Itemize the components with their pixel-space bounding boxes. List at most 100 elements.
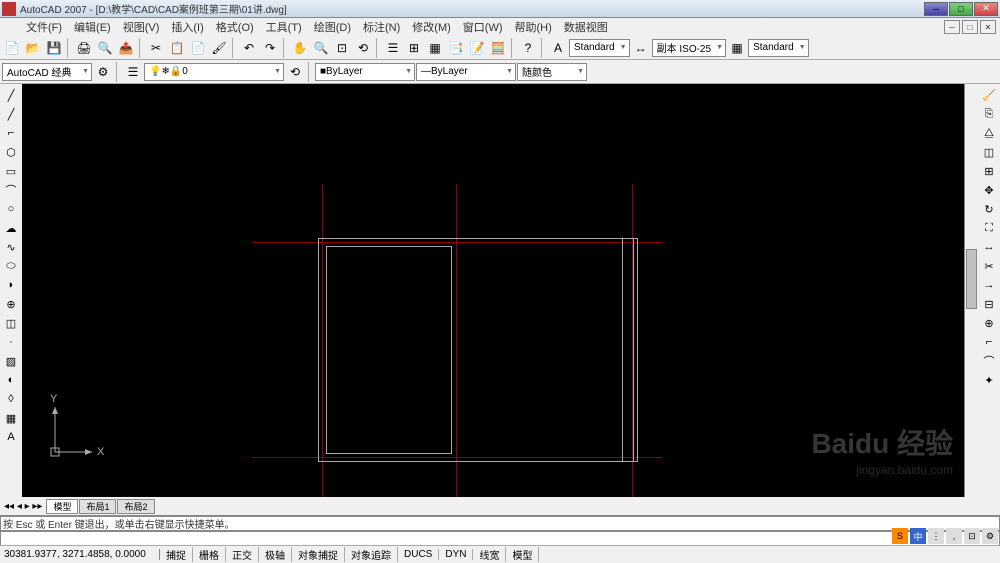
tray-icon[interactable]: ⊡ [964, 528, 980, 544]
menu-file[interactable]: 文件(F) [20, 19, 68, 35]
scrollbar-thumb[interactable] [966, 249, 977, 309]
menu-window[interactable]: 窗口(W) [457, 19, 509, 35]
scale-icon[interactable]: ⛶ [980, 219, 998, 237]
zoom-win-icon[interactable]: ⊡ [332, 38, 352, 58]
chamfer-icon[interactable]: ⌐ [980, 333, 998, 351]
tp-icon[interactable]: ▦ [425, 38, 445, 58]
paste-icon[interactable]: 📄 [188, 38, 208, 58]
osnap-toggle[interactable]: 对象捕捉 [292, 547, 345, 562]
region-icon[interactable]: ◊ [2, 390, 20, 408]
mirror-icon[interactable]: ⧋ [980, 124, 998, 142]
layer-props-icon[interactable]: ☰ [123, 62, 143, 82]
array-icon[interactable]: ⊞ [980, 162, 998, 180]
rotate-icon[interactable]: ↻ [980, 200, 998, 218]
menu-tools[interactable]: 工具(T) [260, 19, 308, 35]
join-icon[interactable]: ⊕ [980, 314, 998, 332]
menu-format[interactable]: 格式(O) [210, 19, 260, 35]
text-style-icon[interactable]: A [548, 38, 568, 58]
line-icon[interactable]: ╱ [2, 86, 20, 104]
minimize-button[interactable]: ─ [924, 2, 948, 16]
doc-restore-button[interactable]: □ [962, 20, 978, 34]
menu-edit[interactable]: 编辑(E) [68, 19, 117, 35]
save-icon[interactable]: 💾 [44, 38, 64, 58]
hatch-icon[interactable]: ▨ [2, 352, 20, 370]
linetype-dropdown[interactable]: — ByLayer [416, 63, 516, 81]
mtext-icon[interactable]: A [2, 428, 20, 446]
tab-model[interactable]: 模型 [46, 499, 78, 514]
menu-modify[interactable]: 修改(M) [406, 19, 457, 35]
polar-toggle[interactable]: 极轴 [259, 547, 292, 562]
arc-icon[interactable]: ⌒ [2, 181, 20, 199]
tray-icon[interactable]: ⚙ [982, 528, 998, 544]
explode-icon[interactable]: ✦ [980, 371, 998, 389]
stretch-icon[interactable]: ↔ [980, 238, 998, 256]
close-button[interactable]: ✕ [974, 2, 998, 16]
command-line[interactable]: 按 Esc 或 Enter 键退出，或单击右键显示快捷菜单。 [0, 515, 1000, 545]
table-style-icon[interactable]: ▦ [727, 38, 747, 58]
insert-icon[interactable]: ⊕ [2, 295, 20, 313]
cline-icon[interactable]: ╱ [2, 105, 20, 123]
print-icon[interactable]: 🖨 [74, 38, 94, 58]
plotstyle-dropdown[interactable]: 随颜色 [517, 63, 587, 81]
block-icon[interactable]: ◫ [2, 314, 20, 332]
matchprop-icon[interactable]: 🖌 [209, 38, 229, 58]
revcloud-icon[interactable]: ☁ [2, 219, 20, 237]
lwt-toggle[interactable]: 线宽 [473, 547, 506, 562]
doc-close-button[interactable]: ✕ [980, 20, 996, 34]
copy-icon[interactable]: 📋 [167, 38, 187, 58]
menu-insert[interactable]: 插入(I) [165, 19, 209, 35]
menu-dimension[interactable]: 标注(N) [357, 19, 406, 35]
pline-icon[interactable]: ⌐ [2, 124, 20, 142]
table-icon[interactable]: ▦ [2, 409, 20, 427]
point-icon[interactable]: · [2, 333, 20, 351]
coords-display[interactable]: 30381.9377, 3271.4858, 0.0000 [0, 549, 160, 560]
menu-dataview[interactable]: 数据视图 [558, 19, 614, 35]
ellarc-icon[interactable]: ◗ [2, 276, 20, 294]
gradient-icon[interactable]: ◐ [2, 371, 20, 389]
circle-icon[interactable]: ○ [2, 200, 20, 218]
dim-style-icon[interactable]: ↔ [631, 38, 651, 58]
command-input[interactable] [0, 531, 1000, 546]
calc-icon[interactable]: 🧮 [488, 38, 508, 58]
layer-dropdown[interactable]: 💡❄🔒0 [144, 63, 284, 81]
break-icon[interactable]: ⊟ [980, 295, 998, 313]
maximize-button[interactable]: □ [949, 2, 973, 16]
markup-icon[interactable]: 📝 [467, 38, 487, 58]
layer-prev-icon[interactable]: ⟲ [285, 62, 305, 82]
snap-toggle[interactable]: 捕捉 [160, 547, 193, 562]
redo-icon[interactable]: ↷ [260, 38, 280, 58]
spline-icon[interactable]: ∿ [2, 238, 20, 256]
rect-icon[interactable]: ▭ [2, 162, 20, 180]
doc-minimize-button[interactable]: ─ [944, 20, 960, 34]
move-icon[interactable]: ✥ [980, 181, 998, 199]
sheet-icon[interactable]: 📑 [446, 38, 466, 58]
menu-help[interactable]: 帮助(H) [509, 19, 558, 35]
dc-icon[interactable]: ⊞ [404, 38, 424, 58]
text-style-dropdown[interactable]: Standard [569, 39, 630, 57]
vertical-scrollbar[interactable] [964, 84, 978, 497]
ducs-toggle[interactable]: DUCS [398, 549, 439, 560]
model-toggle[interactable]: 模型 [506, 547, 539, 562]
publish-icon[interactable]: 📤 [116, 38, 136, 58]
trim-icon[interactable]: ✂ [980, 257, 998, 275]
open-icon[interactable]: 📂 [23, 38, 43, 58]
offset-icon[interactable]: ◫ [980, 143, 998, 161]
cut-icon[interactable]: ✂ [146, 38, 166, 58]
zoom-rt-icon[interactable]: 🔍 [311, 38, 331, 58]
pan-icon[interactable]: ✋ [290, 38, 310, 58]
extend-icon[interactable]: → [980, 276, 998, 294]
fillet-icon[interactable]: ⌒ [980, 352, 998, 370]
properties-icon[interactable]: ☰ [383, 38, 403, 58]
workspace-settings-icon[interactable]: ⚙ [93, 62, 113, 82]
tab-layout1[interactable]: 布局1 [79, 499, 116, 514]
ellipse-icon[interactable]: ⬭ [2, 257, 20, 275]
color-dropdown[interactable]: ■ ByLayer [315, 63, 415, 81]
new-icon[interactable]: 📄 [2, 38, 22, 58]
dyn-toggle[interactable]: DYN [439, 549, 473, 560]
preview-icon[interactable]: 🔍 [95, 38, 115, 58]
table-style-dropdown[interactable]: Standard [748, 39, 809, 57]
menu-draw[interactable]: 绘图(D) [308, 19, 357, 35]
drawing-canvas[interactable]: X Y Baidu 经验 jingyan.baidu.com [22, 84, 978, 497]
workspace-dropdown[interactable]: AutoCAD 经典 [2, 63, 92, 81]
zoom-prev-icon[interactable]: ⟲ [353, 38, 373, 58]
